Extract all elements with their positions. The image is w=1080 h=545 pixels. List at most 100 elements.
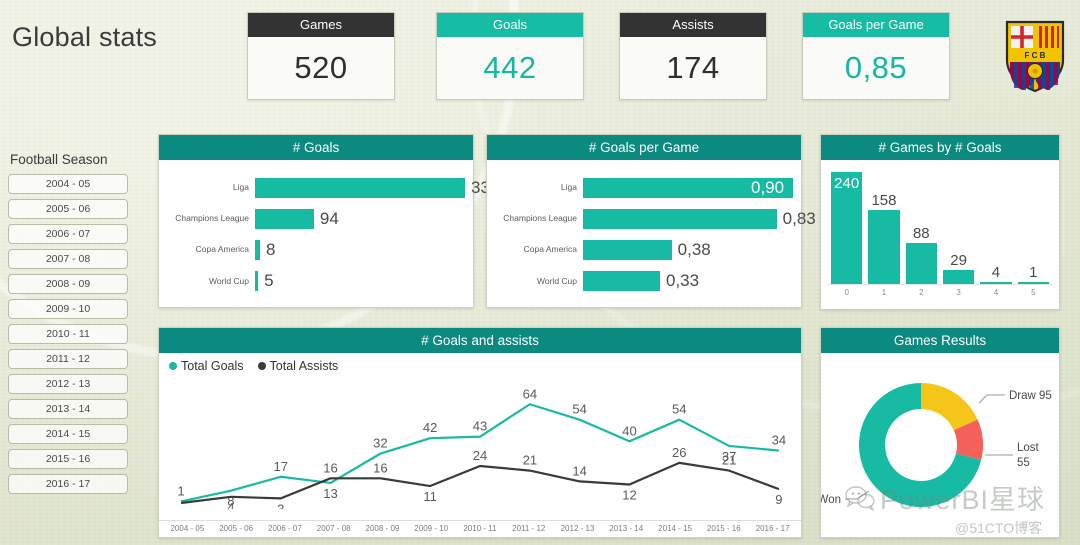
season-button-2010-11[interactable]: 2010 - 11 xyxy=(8,324,128,344)
bar-track: 94 xyxy=(255,206,465,232)
panel-goals-and-assists-body: Total Goals Total Assists 1 8 17 13 32 42 43 64 5… xyxy=(159,353,801,537)
column-item: 158 xyxy=(868,166,900,284)
line-point-label: 17 xyxy=(273,459,288,474)
bar-value-label: 0,38 xyxy=(677,240,711,260)
column-item: 88 xyxy=(905,166,937,284)
legend-item-total-assists[interactable]: Total Assists xyxy=(257,359,339,373)
panel-goals-per-game-title: # Goals per Game xyxy=(487,135,801,160)
bar-row: Liga 335 xyxy=(163,175,499,201)
season-button-2007-08[interactable]: 2007 - 08 xyxy=(8,249,128,269)
line-point-label: 54 xyxy=(672,402,687,417)
column-axis-tick: 3 xyxy=(956,288,961,297)
bar-value-label: 8 xyxy=(266,240,276,260)
column-axis-tick: 2 xyxy=(919,288,924,297)
bar-track: 5 xyxy=(255,268,465,294)
bar-category-label: Liga xyxy=(560,181,577,192)
page-title: Global stats xyxy=(12,22,157,52)
season-button-2009-10[interactable]: 2009 - 10 xyxy=(8,299,128,319)
column-item: 1 xyxy=(1017,166,1049,284)
goals-per-game-bar-chart: Liga 0,90 Champions League 0,83 Copa America… xyxy=(487,160,816,307)
bar-row: Champions League 0,83 xyxy=(491,206,816,232)
kpi-card-assists: Assists 174 xyxy=(619,12,767,100)
column-bar xyxy=(868,210,900,284)
panel-goals: # Goals Liga 335 Champions League 94 Copa Am… xyxy=(158,134,499,308)
fc-barcelona-crest-icon: F C B xyxy=(1005,20,1065,93)
kpi-goals-label: Goals xyxy=(437,13,583,37)
donut-leader-draw xyxy=(978,394,1005,404)
bar-fill xyxy=(583,271,660,292)
donut-leader-won xyxy=(845,490,870,500)
line-point-label: 42 xyxy=(423,420,438,435)
panel-goals-title: # Goals xyxy=(159,135,473,160)
line-axis-tick: 2012 - 13 xyxy=(560,524,595,533)
line-point-label: 0 xyxy=(177,506,184,509)
bar-category-label: Liga xyxy=(232,181,249,192)
season-button-2008-09[interactable]: 2008 - 09 xyxy=(8,274,128,294)
kpi-card-goals: Goals 442 xyxy=(436,12,584,100)
bar-row: Copa America 0,38 xyxy=(491,237,793,263)
goals-and-assists-line-chart: Total Goals Total Assists 1 8 17 13 32 42 43 64 5… xyxy=(159,353,801,537)
column-value-label: 29 xyxy=(950,252,967,270)
line-point-label: 64 xyxy=(523,386,538,401)
games-results-donut-chart: Draw 95 Lost 55 Won xyxy=(821,353,1059,537)
bar-category-label: Copa America xyxy=(523,244,577,255)
kpi-goals-per-game-label: Goals per Game xyxy=(803,13,949,37)
line-point-label: 13 xyxy=(323,486,338,501)
season-button-2015-16[interactable]: 2015 - 16 xyxy=(8,449,128,469)
bar-row: World Cup 5 xyxy=(163,268,465,294)
panel-games-results: Games Results Draw 95 Lost 55 Won xyxy=(820,327,1060,538)
column-plot-area: 240 158 88 29 4 1 xyxy=(827,166,1053,284)
bar-value-label: 5 xyxy=(264,271,274,291)
donut-label-lost: Lost xyxy=(1017,442,1040,454)
line-axis-tick: 2011 - 12 xyxy=(512,524,546,533)
panel-games-results-title: Games Results xyxy=(821,328,1059,353)
panel-games-by-goals-title: # Games by # Goals xyxy=(821,135,1059,160)
line-axis-tick: 2005 - 06 xyxy=(219,524,254,533)
line-point-label: 12 xyxy=(622,488,637,503)
legend-item-total-goals[interactable]: Total Goals xyxy=(169,359,244,373)
bar-fill xyxy=(255,240,260,261)
bar-value-label: 94 xyxy=(319,208,339,228)
line-point-label: 40 xyxy=(622,423,637,438)
bar-track: 0,38 xyxy=(583,237,793,263)
donut-label-lost-value: 55 xyxy=(1017,457,1030,469)
season-list: 2004 - 05 2005 - 06 2006 - 07 2007 - 08 2008… xyxy=(8,174,128,494)
legend-label: Total Assists xyxy=(269,359,339,373)
kpi-card-games: Games 520 xyxy=(247,12,395,100)
line-point-label: 9 xyxy=(775,492,782,507)
donut-label-won: Won xyxy=(821,494,841,506)
bar-track: 0,90 xyxy=(583,175,793,201)
panel-goals-body: Liga 335 Champions League 94 Copa America 8 Wo… xyxy=(159,160,499,307)
season-button-2005-06[interactable]: 2005 - 06 xyxy=(8,199,128,219)
bar-fill xyxy=(583,208,777,229)
column-value-label: 240 xyxy=(834,175,860,192)
season-button-2006-07[interactable]: 2006 - 07 xyxy=(8,224,128,244)
season-button-2014-15[interactable]: 2014 - 15 xyxy=(8,424,128,444)
season-button-2013-14[interactable]: 2013 - 14 xyxy=(8,399,128,419)
kpi-games-label: Games xyxy=(248,13,394,37)
line-axis-tick: 2014 - 15 xyxy=(658,524,692,533)
season-button-2011-12[interactable]: 2011 - 12 xyxy=(8,349,128,369)
kpi-games-value: 520 xyxy=(294,50,348,85)
bar-row: World Cup 0,33 xyxy=(491,268,793,294)
season-button-2016-17[interactable]: 2016 - 17 xyxy=(8,474,128,494)
bar-category-label: Champions League xyxy=(175,213,249,224)
column-item: 4 xyxy=(980,166,1012,284)
line-series-total-assists xyxy=(180,461,780,505)
donut-label-draw: Draw 95 xyxy=(1009,390,1052,402)
season-button-2004-05[interactable]: 2004 - 05 xyxy=(8,174,128,194)
column-x-axis: 0 1 2 3 4 5 xyxy=(827,284,1053,297)
games-by-goals-column-chart: 240 158 88 29 4 1 0 1 2 3 4 5 xyxy=(821,160,1059,309)
bar-category-label: Champions League xyxy=(503,213,577,224)
column-value-label: 1 xyxy=(1029,264,1038,281)
line-chart-legend: Total Goals Total Assists xyxy=(169,359,338,373)
column-value-label: 4 xyxy=(991,264,1001,281)
line-point-label: 14 xyxy=(572,463,587,478)
season-button-2012-13[interactable]: 2012 - 13 xyxy=(8,374,128,394)
line-axis-tick: 2016 - 17 xyxy=(755,524,790,533)
panel-games-by-goals-body: 240 158 88 29 4 1 0 1 2 3 4 5 xyxy=(821,160,1059,309)
donut-slice-draw[interactable] xyxy=(921,383,978,431)
bar-track: 8 xyxy=(255,237,465,263)
line-axis-tick: 2006 - 07 xyxy=(268,524,302,533)
kpi-card-goals-per-game: Goals per Game 0,85 xyxy=(802,12,950,100)
